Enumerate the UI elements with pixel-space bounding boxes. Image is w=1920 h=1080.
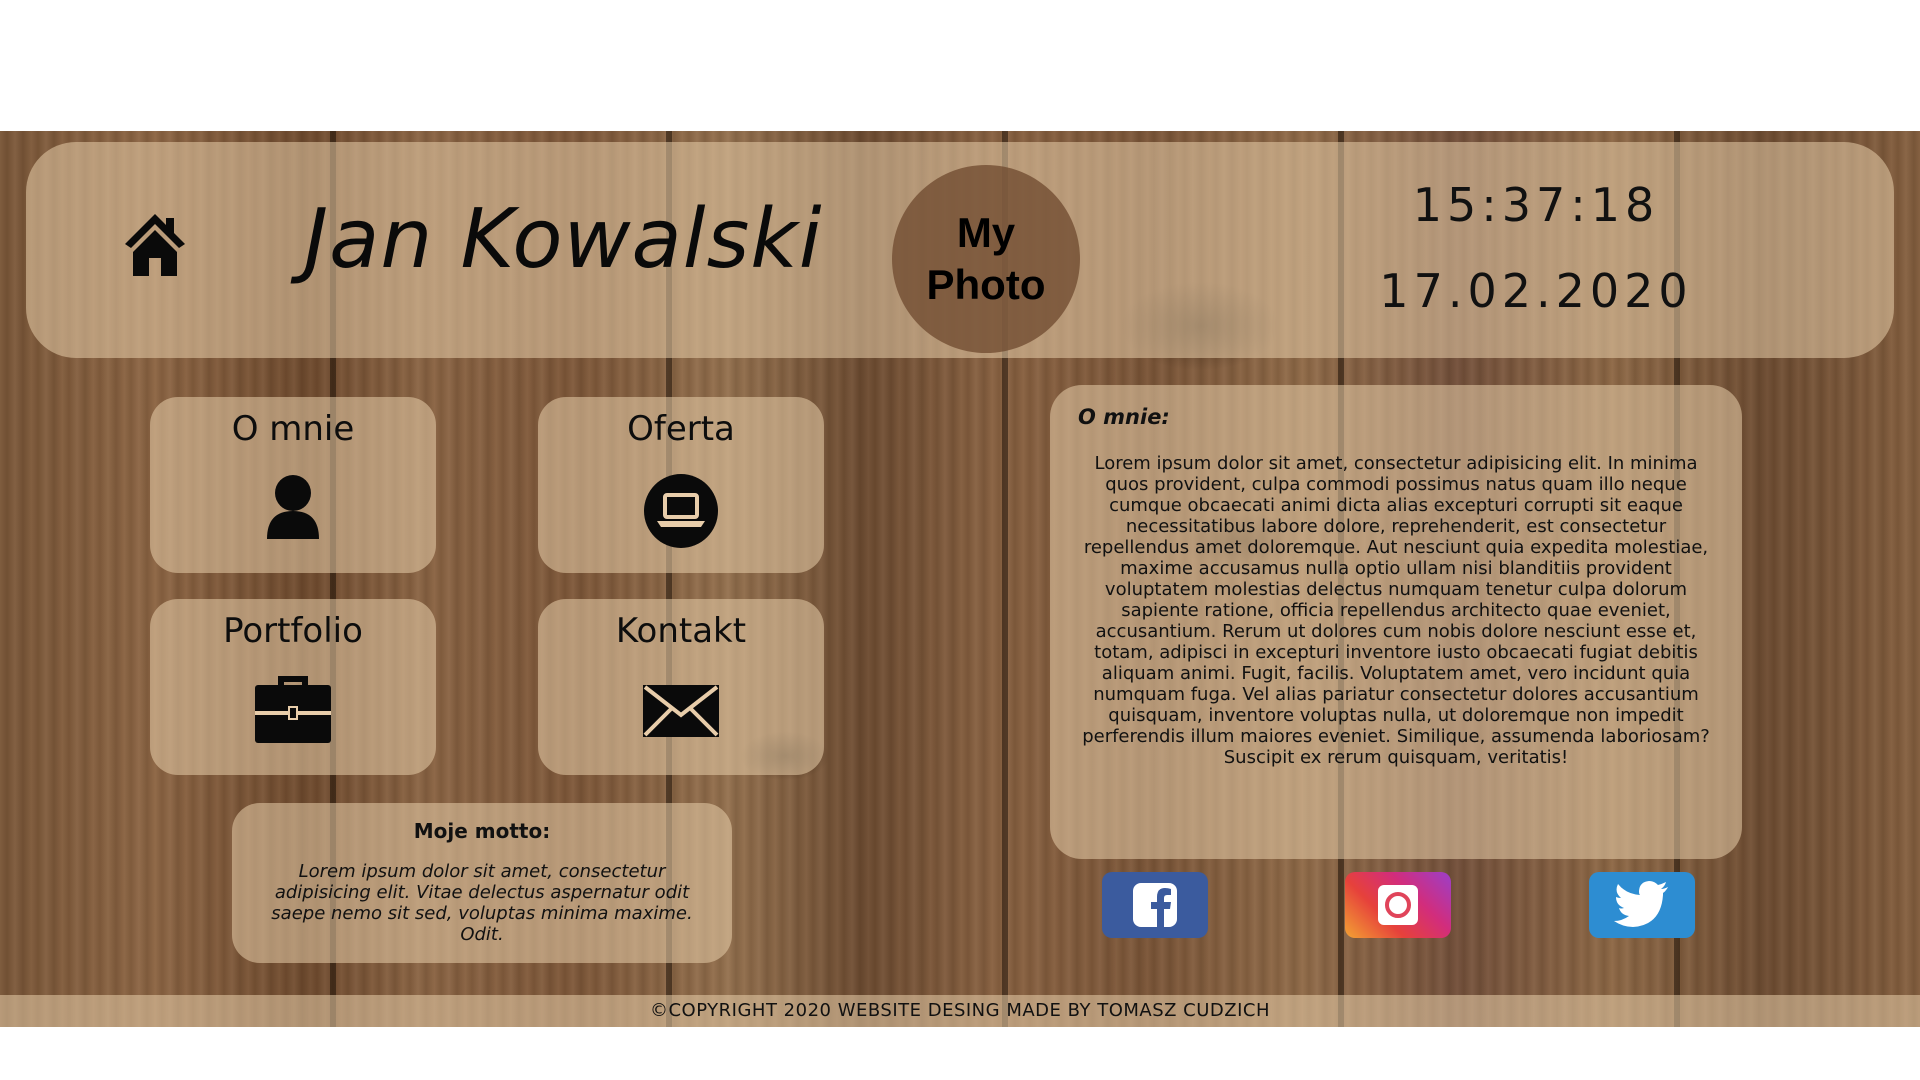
nav-tile-o-mnie[interactable]: O mnie xyxy=(150,397,436,573)
twitter-icon xyxy=(1614,881,1668,927)
page-title: Jan Kowalski xyxy=(304,192,823,287)
laptop-icon xyxy=(643,473,719,553)
user-icon xyxy=(265,473,321,545)
photo-label: My Photo xyxy=(926,209,1046,308)
wood-background: Jan Kowalski My Photo 15:37:18 17.02.202… xyxy=(0,131,1920,1027)
facebook-icon xyxy=(1133,883,1177,927)
about-title: O mnie: xyxy=(1078,405,1170,429)
clock-time: 15:37:18 xyxy=(1412,178,1660,232)
facebook-link[interactable] xyxy=(1102,872,1208,938)
motto-text: Lorem ipsum dolor sit amet, consectetur … xyxy=(271,861,693,945)
twitter-link[interactable] xyxy=(1589,872,1695,938)
instagram-link[interactable] xyxy=(1345,872,1451,938)
nav-label: Oferta xyxy=(627,409,735,449)
nav-label: O mnie xyxy=(231,409,355,449)
nav-label: Kontakt xyxy=(615,611,747,651)
about-box: O mnie: Lorem ipsum dolor sit amet, cons… xyxy=(1050,385,1742,859)
nav-tile-kontakt[interactable]: Kontakt xyxy=(538,599,824,775)
clock-date: 17.02.2020 xyxy=(1379,264,1693,318)
nav-tile-portfolio[interactable]: Portfolio xyxy=(150,599,436,775)
briefcase-icon xyxy=(255,675,331,747)
instagram-icon xyxy=(1378,885,1418,925)
nav-label: Portfolio xyxy=(223,611,363,651)
motto-title: Moje motto: xyxy=(413,819,551,843)
profile-photo-placeholder: My Photo xyxy=(892,165,1080,353)
footer-copyright: ©COPYRIGHT 2020 WEBSITE DESING MADE BY T… xyxy=(0,995,1920,1027)
about-text: Lorem ipsum dolor sit amet, consectetur … xyxy=(1082,453,1710,768)
envelope-icon xyxy=(641,683,721,743)
home-icon[interactable] xyxy=(123,212,187,278)
nav-tile-oferta[interactable]: Oferta xyxy=(538,397,824,573)
motto-box: Moje motto: Lorem ipsum dolor sit amet, … xyxy=(232,803,732,963)
header-bar: Jan Kowalski My Photo 15:37:18 17.02.202… xyxy=(26,142,1894,358)
